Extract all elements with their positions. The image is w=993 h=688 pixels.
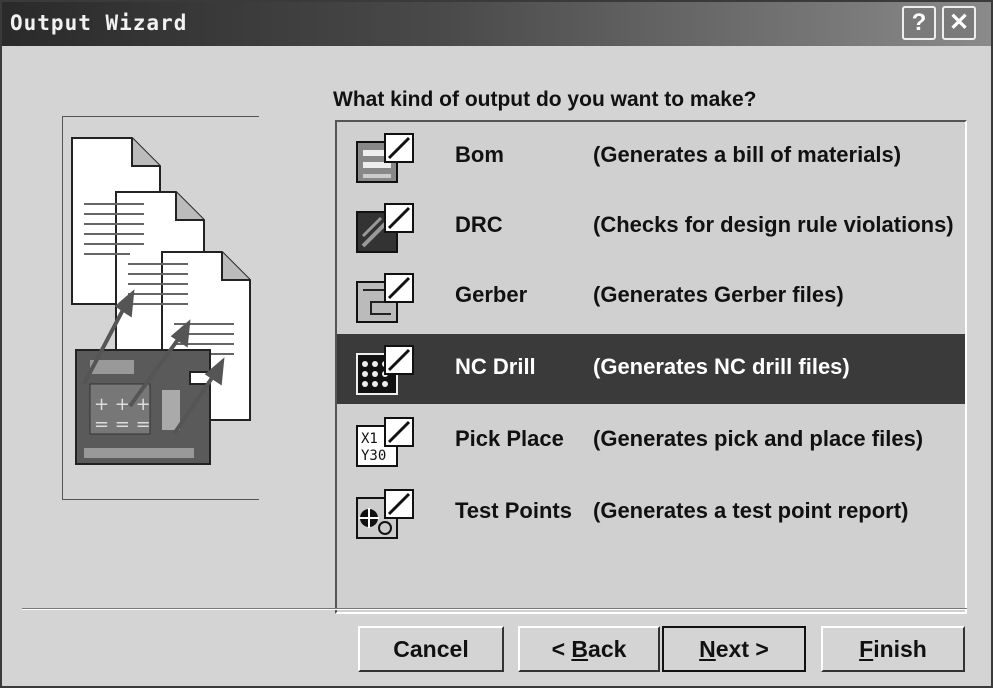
list-item-drc[interactable]: DRC (Checks for design rule violations) <box>337 192 965 262</box>
output-description: (Generates NC drill files) <box>593 354 850 379</box>
back-button-accelerator: B <box>571 636 589 662</box>
bom-icon <box>356 133 414 183</box>
output-type-list[interactable]: Bom (Generates a bill of materials) DRC … <box>335 120 967 614</box>
list-item-pick-place[interactable]: X1 Y30 Pick Place (Generates pick and pl… <box>337 406 965 476</box>
back-button-label: ack <box>588 636 627 662</box>
close-button[interactable]: ✕ <box>942 6 976 40</box>
test-points-icon <box>356 489 414 539</box>
separator <box>22 608 967 610</box>
wizard-illustration-icon: + + + = = = <box>71 137 251 465</box>
output-name: Bom <box>455 142 504 167</box>
output-name: Test Points <box>455 498 572 523</box>
title-bar[interactable]: Output Wizard ? ✕ <box>2 2 991 46</box>
next-button-accelerator: N <box>699 636 716 662</box>
list-item-bom[interactable]: Bom (Generates a bill of materials) <box>337 122 965 192</box>
output-name: Gerber <box>455 282 528 307</box>
back-button[interactable]: < Back <box>518 626 660 672</box>
next-button[interactable]: Next > <box>662 626 806 672</box>
next-button-label: ext > <box>715 636 769 662</box>
finish-button-label: inish <box>873 636 927 662</box>
output-description: (Generates Gerber files) <box>593 282 844 307</box>
list-item-nc-drill[interactable]: NC Drill (Generates NC drill files) <box>337 334 965 404</box>
svg-text:= = =: = = = <box>94 414 151 435</box>
finish-button-accelerator: F <box>859 636 874 662</box>
finish-button[interactable]: Finish <box>821 626 965 672</box>
svg-text:+ + +: + + + <box>94 394 151 415</box>
back-button-prefix: < <box>551 636 572 662</box>
svg-text:X1: X1 <box>361 431 378 447</box>
pick-place-icon: X1 Y30 <box>356 417 414 467</box>
output-description: (Generates pick and place files) <box>593 426 924 451</box>
gerber-icon <box>356 273 414 323</box>
list-item-test-points[interactable]: Test Points (Generates a test point repo… <box>337 478 965 548</box>
list-item-gerber[interactable]: Gerber (Generates Gerber files) <box>337 262 965 332</box>
output-name: DRC <box>455 212 503 237</box>
window-title: Output Wizard <box>10 11 188 35</box>
cancel-button[interactable]: Cancel <box>358 626 504 672</box>
output-description: (Checks for design rule violations) <box>593 212 954 237</box>
output-name: Pick Place <box>455 426 564 451</box>
nc-drill-icon <box>356 345 414 395</box>
output-wizard-dialog: Output Wizard ? ✕ + + + = = = What kind … <box>0 0 993 688</box>
output-question-label: What kind of output do you want to make? <box>333 88 757 111</box>
dialog-body: + + + = = = What kind of output do you w… <box>2 46 991 686</box>
help-button[interactable]: ? <box>902 6 936 40</box>
output-description: (Generates a test point report) <box>593 498 909 523</box>
output-description: (Generates a bill of materials) <box>593 142 902 167</box>
drc-icon <box>356 203 414 253</box>
output-name: NC Drill <box>455 354 536 379</box>
svg-text:Y30: Y30 <box>361 448 386 464</box>
